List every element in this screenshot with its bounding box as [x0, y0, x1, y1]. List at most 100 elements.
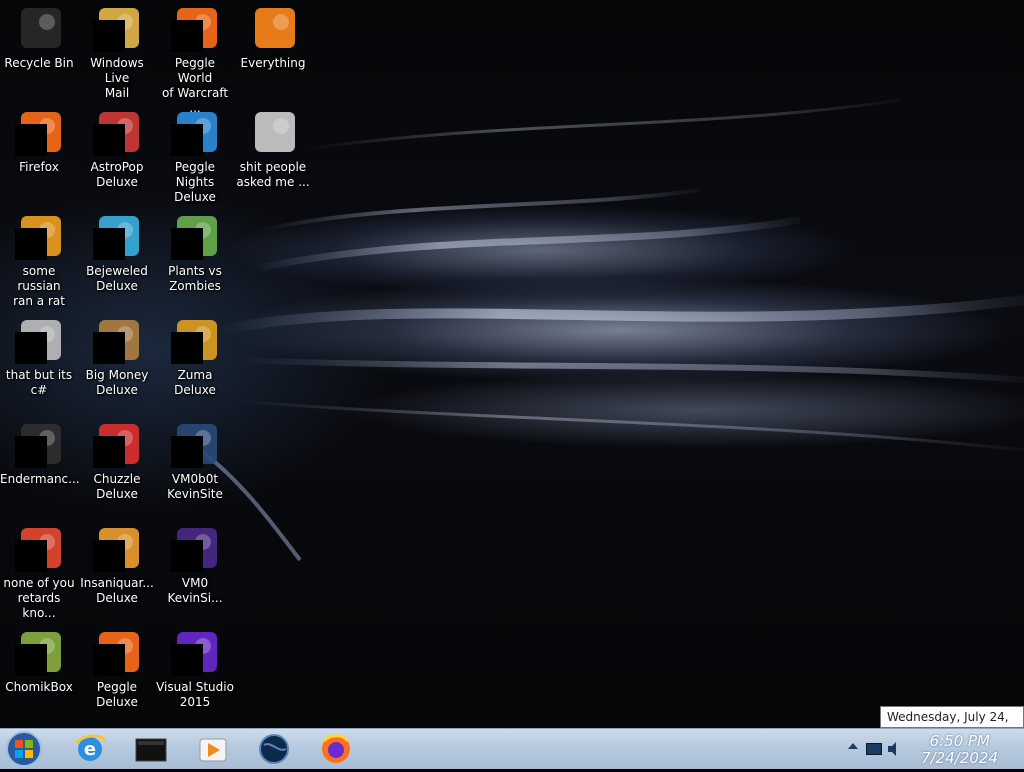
redaction-box — [171, 436, 203, 468]
chomikbox-icon — [15, 630, 63, 678]
windows-logo-icon — [6, 731, 42, 767]
desktop-icon[interactable]: none of you retards kno... — [0, 520, 78, 624]
taskbar: e 6:50 PM 7/24/2024 — [0, 728, 1024, 769]
folder-icon — [249, 110, 297, 158]
globe-icon — [259, 734, 289, 764]
peggle-nights-icon — [171, 110, 219, 158]
network-icon[interactable] — [866, 743, 882, 755]
desktop-icon[interactable]: shit people asked me ... — [234, 104, 312, 208]
show-hidden-icons-icon[interactable] — [848, 743, 858, 749]
date-tooltip: Wednesday, July 24, 2024 — [880, 706, 1024, 728]
taskbar-globe[interactable] — [252, 731, 296, 767]
desktop-icon[interactable]: Bejeweled Deluxe — [78, 208, 156, 312]
volume-icon[interactable] — [888, 741, 900, 756]
desktop-icon[interactable]: VM0 KevinSi... — [156, 520, 234, 624]
desktop-icon[interactable]: that but its c# — [0, 312, 78, 416]
desktop-icon-label: that but its c# — [5, 368, 73, 397]
redaction-box — [93, 436, 125, 468]
desktop-icon[interactable]: Visual Studio 2015 — [156, 624, 234, 728]
taskbar-media-player[interactable] — [190, 731, 234, 767]
desktop-icon[interactable]: Peggle Nights Deluxe — [156, 104, 234, 208]
desktop-icon[interactable]: Endermanc... — [0, 416, 80, 520]
chuzzle-icon — [93, 422, 141, 470]
desktop-icon[interactable]: Peggle World of Warcraft ... — [156, 0, 234, 115]
desktop-icon-label: VM0 KevinSi... — [167, 576, 223, 605]
redaction-box — [93, 228, 125, 260]
desktop-icon-label: ChomikBox — [5, 680, 73, 694]
redaction-box — [15, 124, 47, 156]
clock-date[interactable]: 7/24/2024 — [921, 749, 998, 767]
desktop-icon-label: AstroPop Deluxe — [90, 160, 144, 189]
desktop-icon[interactable]: Insaniquar... Deluxe — [78, 520, 156, 624]
document-icon — [171, 526, 219, 574]
redaction-box — [93, 20, 125, 52]
desktop-icon-label: Visual Studio 2015 — [156, 680, 234, 709]
desktop-icon[interactable]: Recycle Bin — [0, 0, 78, 104]
firefox-icon — [322, 734, 350, 763]
desktop-icon-label: some russian ran a rat — [13, 264, 65, 308]
desktop-icon-label: Zuma Deluxe — [174, 368, 216, 397]
firefox-icon — [15, 110, 63, 158]
desktop-icon[interactable]: Firefox — [0, 104, 78, 208]
vm-icon — [171, 422, 219, 470]
desktop-icon-label: none of you retards kno... — [3, 576, 75, 620]
desktop-icon-label: Bejeweled Deluxe — [86, 264, 148, 293]
redaction-box — [93, 644, 125, 676]
desktop-icon-label: VM0b0t KevinSite — [167, 472, 223, 501]
redaction-box — [93, 332, 125, 364]
desktop-icon[interactable]: Chuzzle Deluxe — [78, 416, 156, 520]
redaction-box — [15, 540, 47, 572]
visual-studio-icon — [171, 630, 219, 678]
media-player-icon — [199, 738, 227, 762]
plants-vs-zombies-icon — [171, 214, 219, 262]
desktop-icon[interactable]: Zuma Deluxe — [156, 312, 234, 416]
taskbar-terminal[interactable] — [128, 731, 172, 767]
desktop-icon-label: Peggle Nights Deluxe — [174, 160, 216, 204]
app-icon — [15, 526, 63, 574]
desktop: Recycle Bin Windows Live Mail Peggle World… — [0, 0, 1024, 728]
desktop-icon-label: Recycle Bin — [4, 56, 74, 70]
mail-icon — [93, 6, 141, 54]
desktop-icon-label: Everything — [240, 56, 306, 70]
system-tray: 6:50 PM 7/24/2024 — [834, 729, 1024, 769]
desktop-icon-label: Firefox — [19, 160, 59, 174]
money-bag-icon — [93, 318, 141, 366]
desktop-icon[interactable]: Windows Live Mail — [78, 0, 156, 104]
desktop-icon[interactable]: ChomikBox — [0, 624, 78, 728]
redaction-box — [171, 540, 203, 572]
desktop-icon[interactable]: Peggle Deluxe — [78, 624, 156, 728]
desktop-icon[interactable]: AstroPop Deluxe — [78, 104, 156, 208]
redaction-box — [171, 332, 203, 364]
desktop-icon-label: Endermanc... — [0, 472, 80, 486]
taskbar-internet-explorer[interactable]: e — [68, 731, 112, 767]
desktop-icon-label: Insaniquar... Deluxe — [80, 576, 154, 605]
redaction-box — [15, 644, 47, 676]
everything-search-icon — [249, 6, 297, 54]
redaction-box — [15, 332, 47, 364]
internet-explorer-icon: e — [74, 734, 106, 761]
astropop-icon — [93, 110, 141, 158]
terminal-icon — [135, 738, 167, 762]
desktop-icon[interactable]: Plants vs Zombies — [156, 208, 234, 312]
start-button[interactable] — [4, 730, 44, 768]
bejeweled-icon — [93, 214, 141, 262]
redaction-box — [171, 644, 203, 676]
desktop-icon[interactable]: Everything — [234, 0, 312, 104]
game-icon — [15, 214, 63, 262]
shortcut-icon — [15, 318, 63, 366]
clock-time[interactable]: 6:50 PM — [930, 732, 990, 750]
taskbar-firefox[interactable] — [314, 731, 358, 767]
desktop-icon-label: Plants vs Zombies — [168, 264, 222, 293]
desktop-icon-label: Peggle Deluxe — [96, 680, 138, 709]
svg-text:e: e — [84, 739, 96, 760]
redaction-box — [93, 124, 125, 156]
desktop-icon[interactable]: some russian ran a rat — [0, 208, 78, 312]
desktop-icon[interactable]: VM0b0t KevinSite — [156, 416, 234, 520]
desktop-icon-label: shit people asked me ... — [236, 160, 310, 189]
redaction-box — [171, 124, 203, 156]
fish-icon — [93, 526, 141, 574]
zuma-icon — [171, 318, 219, 366]
desktop-icon[interactable]: Big Money Deluxe — [78, 312, 156, 416]
recycle-bin-icon — [15, 6, 63, 54]
redaction-box — [15, 436, 47, 468]
